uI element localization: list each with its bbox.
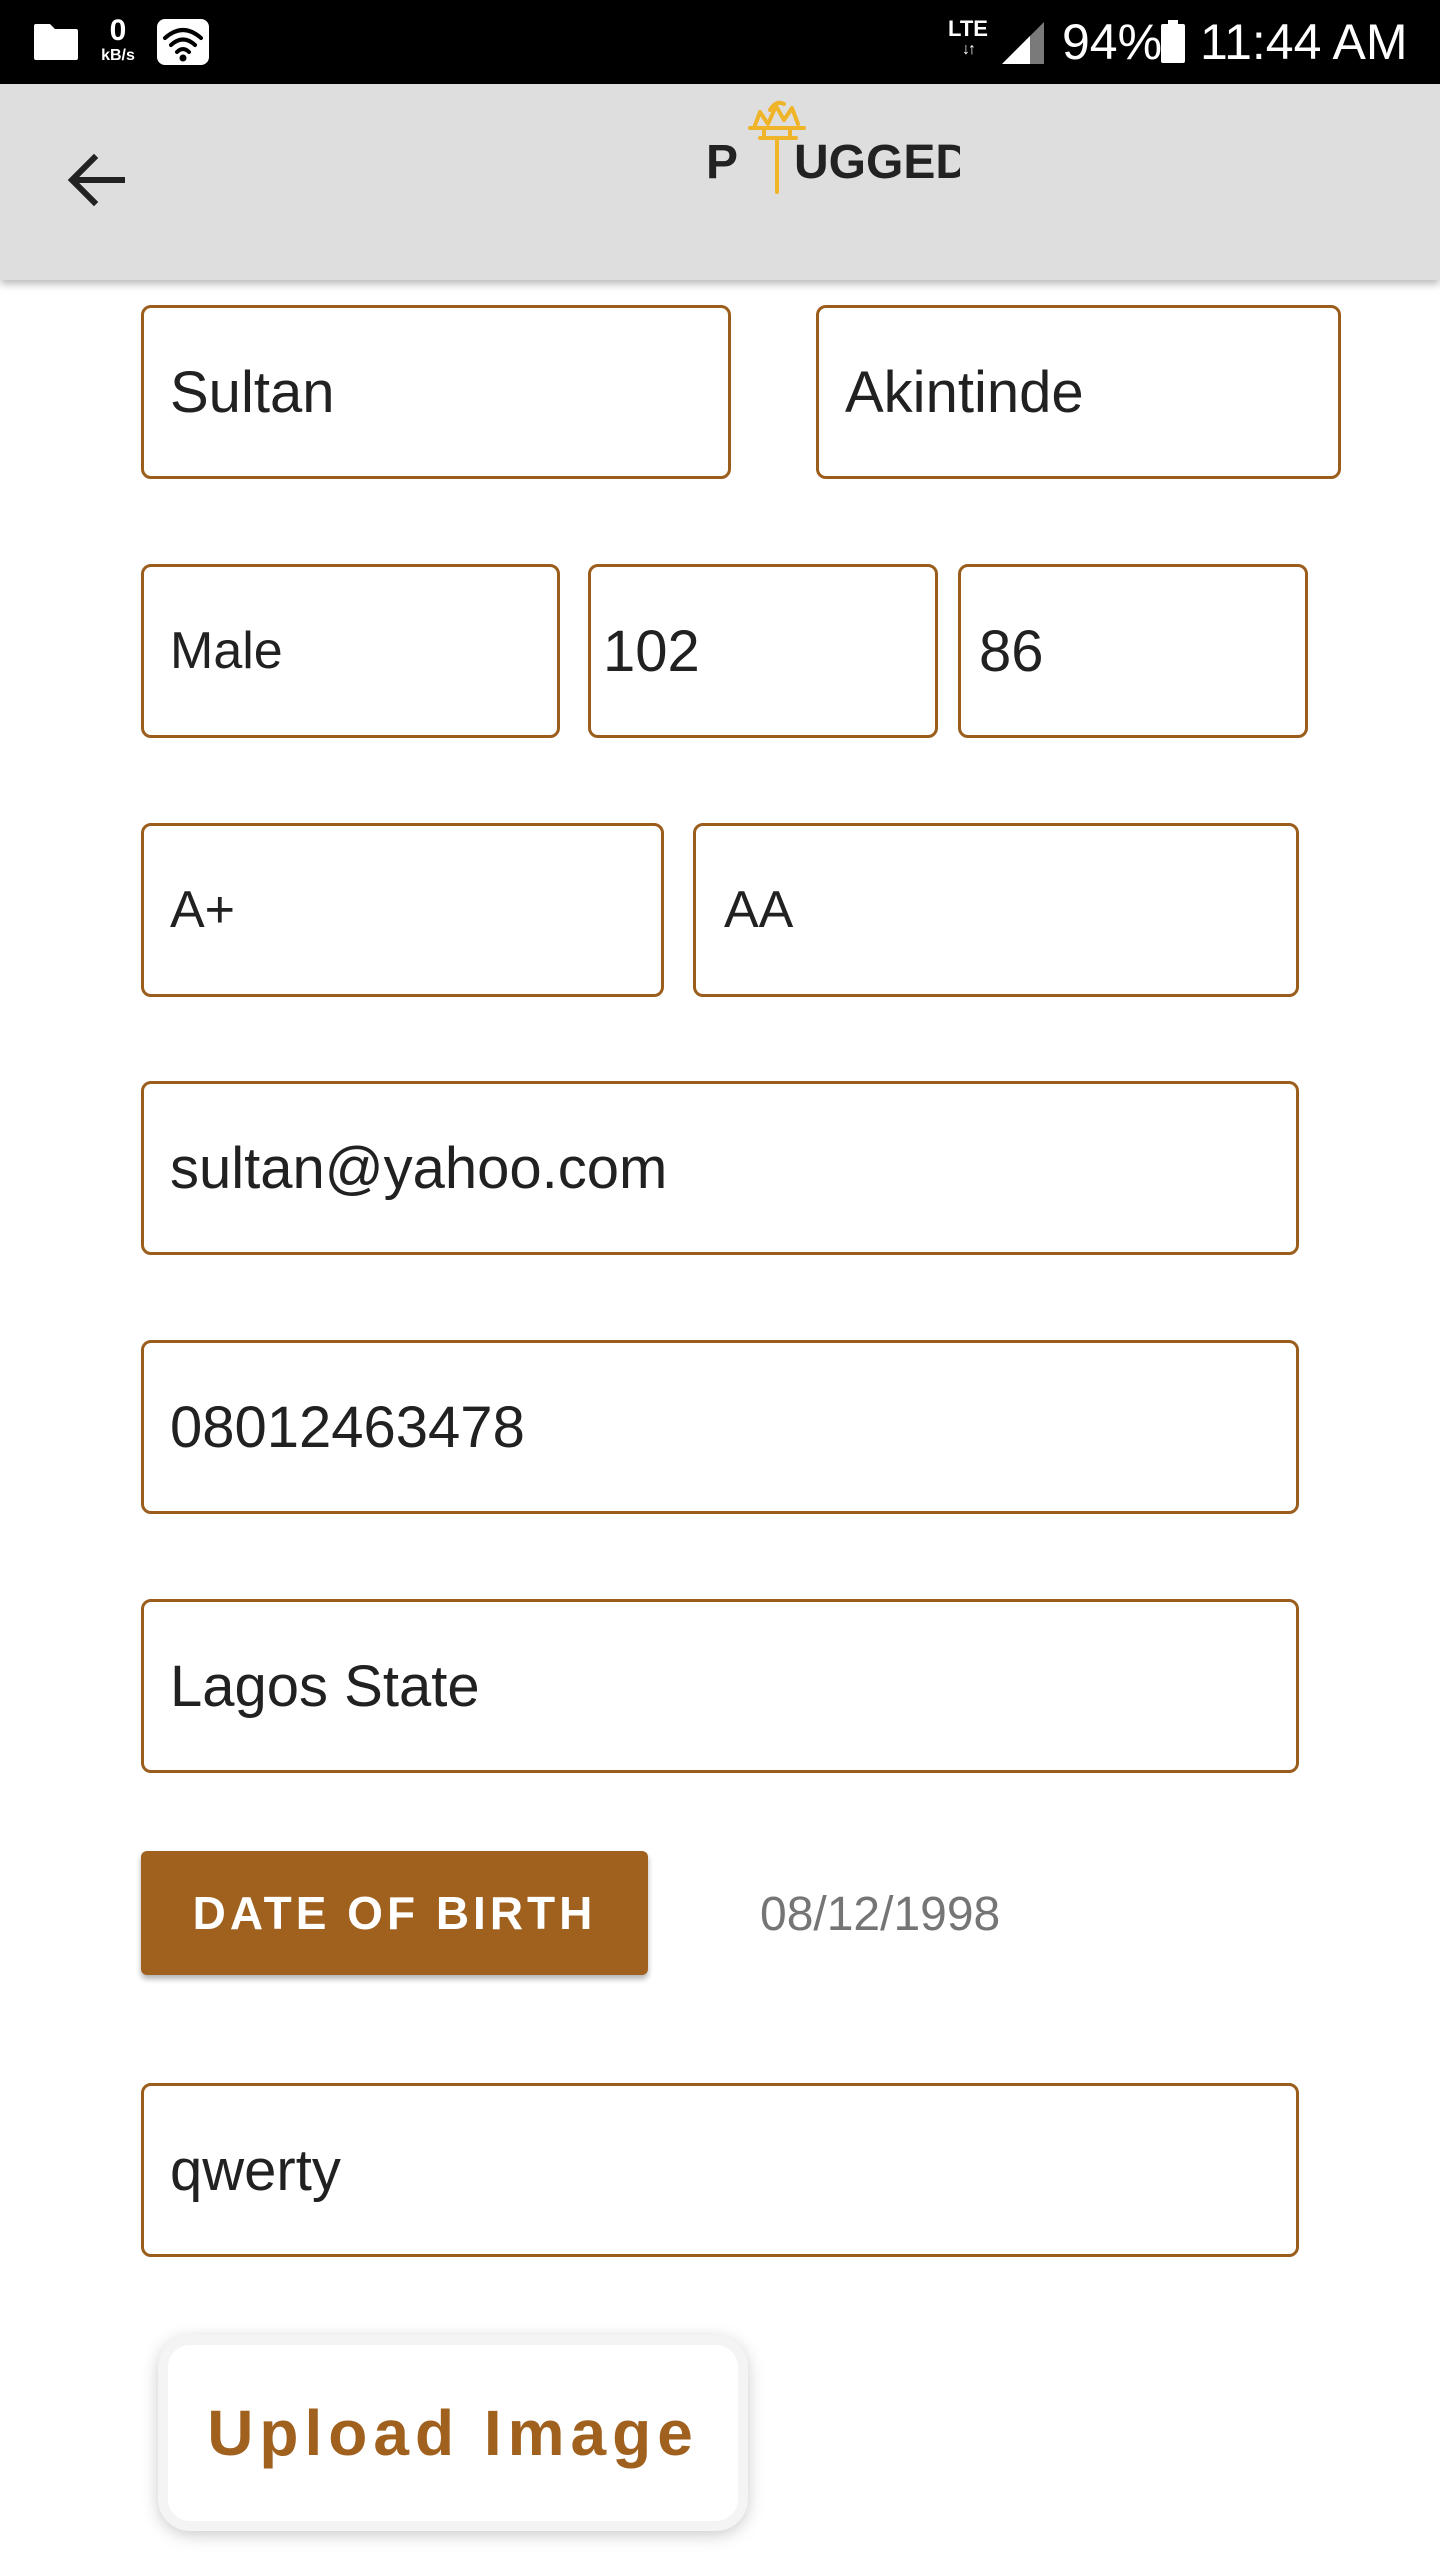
weight-field[interactable]: 86 [958, 564, 1308, 738]
email-field[interactable]: sultan@yahoo.com [141, 1081, 1299, 1255]
app-bar: P UGGED [0, 84, 1440, 280]
data-arrows-icon: ↓↑ [962, 41, 976, 58]
network-speed: 0 kB/s [96, 16, 140, 72]
upload-image-button[interactable]: Upload Image [168, 2345, 738, 2521]
first-name-field[interactable]: Sultan [141, 305, 731, 479]
back-button[interactable] [56, 140, 136, 220]
lte-indicator: LTE ↓↑ [944, 18, 992, 68]
height-field[interactable]: 102 [588, 564, 938, 738]
state-field[interactable]: Lagos State [141, 1599, 1299, 1773]
genotype-field[interactable]: AA [693, 823, 1299, 997]
signal-icon [1000, 20, 1046, 66]
gender-field[interactable]: Male [141, 564, 560, 738]
network-speed-value: 0 [109, 14, 127, 47]
network-type: LTE [948, 16, 988, 41]
network-speed-unit: kB/s [101, 47, 135, 64]
date-of-birth-button[interactable]: DATE OF BIRTH [141, 1851, 648, 1975]
phone-field[interactable]: 08012463478 [141, 1340, 1299, 1514]
svg-text:P: P [706, 136, 738, 189]
password-field[interactable]: qwerty [141, 2083, 1299, 2257]
battery-percent: 94% [1062, 14, 1163, 70]
app-logo: P UGGED [700, 94, 970, 204]
blood-group-field[interactable]: A+ [141, 823, 664, 997]
battery-icon [1160, 20, 1186, 64]
date-of-birth-value: 08/12/1998 [760, 1888, 1001, 1941]
wifi-icon [156, 18, 210, 66]
clock: 11:44 AM [1200, 14, 1408, 70]
folder-icon [32, 22, 80, 62]
status-bar: 0 kB/s LTE ↓↑ 94% 11:44 AM [0, 0, 1440, 84]
svg-text:UGGED: UGGED [794, 136, 960, 189]
arrow-left-icon [67, 153, 125, 207]
last-name-field[interactable]: Akintinde [816, 305, 1341, 479]
